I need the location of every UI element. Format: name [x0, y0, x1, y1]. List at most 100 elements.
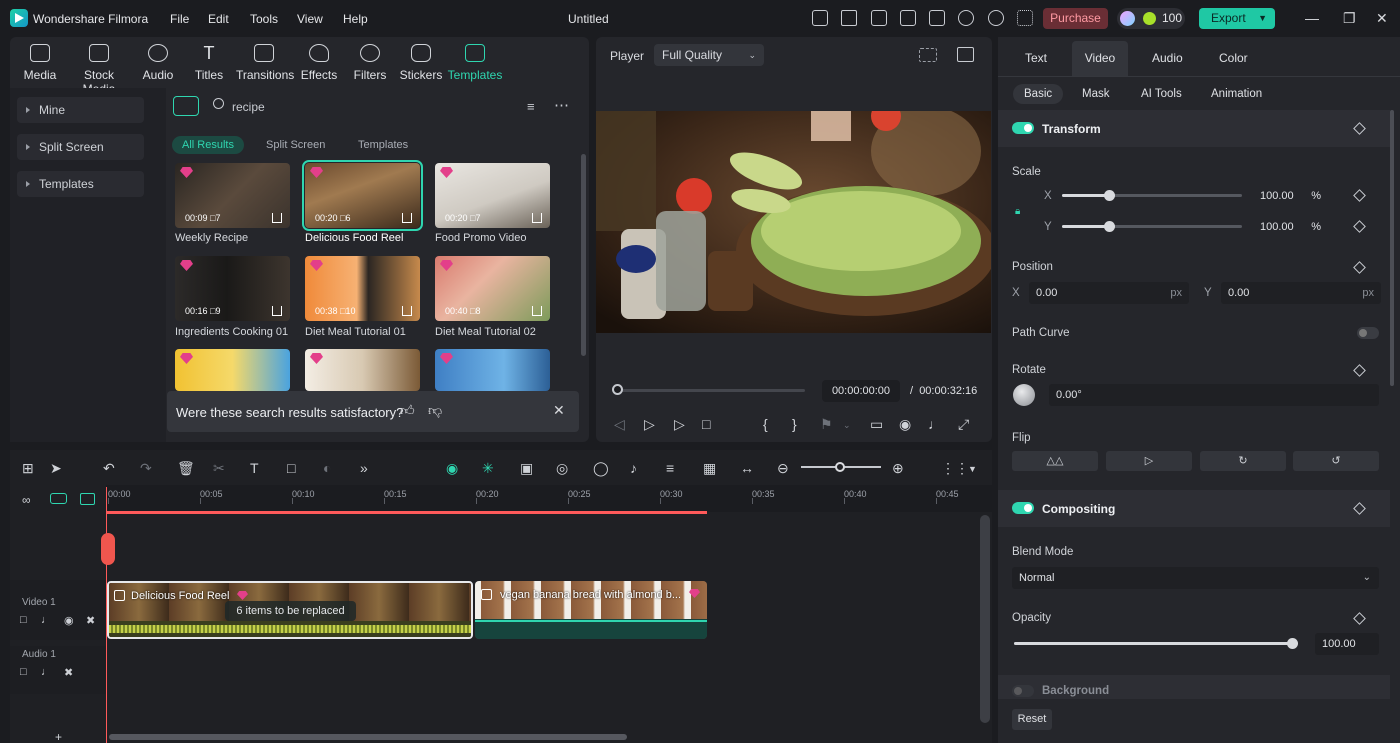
link-icon[interactable]: ∞: [22, 493, 31, 507]
tab-titles[interactable]: T Titles: [181, 44, 237, 82]
template-thumb-ingredients-cooking-01[interactable]: 00:16 □9: [175, 256, 290, 321]
track-layout-icon[interactable]: ⋮⋮: [941, 460, 969, 477]
chevron-down-icon[interactable]: ⌄: [843, 420, 851, 431]
snapshot-preview-icon[interactable]: [957, 47, 974, 62]
download-icon[interactable]: [402, 306, 412, 316]
grid-apps-icon[interactable]: [1017, 10, 1033, 26]
camera-icon[interactable]: ◉: [899, 416, 911, 433]
ai-snap-icon[interactable]: ✳: [482, 460, 494, 477]
media-scrollbar[interactable]: [581, 154, 586, 356]
template-thumb-weekly-recipe[interactable]: 00:09 □7: [175, 163, 290, 228]
track-settings-icon[interactable]: [80, 493, 95, 505]
flip-horizontal-button[interactable]: △△: [1012, 451, 1098, 471]
chevron-down-icon[interactable]: ▼: [968, 464, 977, 474]
tab-color[interactable]: Color: [1219, 51, 1248, 65]
crop-icon[interactable]: □: [287, 460, 295, 476]
maximize-icon[interactable]: ❐: [1343, 10, 1356, 27]
rotate-left-button[interactable]: ↺: [1293, 451, 1379, 471]
rotate-right-button[interactable]: ↻: [1200, 451, 1286, 471]
delete-icon[interactable]: 🗑︎: [177, 460, 195, 477]
audio-list-icon[interactable]: ≡: [666, 460, 674, 476]
zoom-out-icon[interactable]: ⊖: [777, 460, 789, 477]
lock-icon[interactable]: □: [20, 666, 27, 678]
scale-x-slider[interactable]: [1062, 194, 1242, 197]
timeline-vertical-scrollbar[interactable]: [980, 515, 990, 723]
thumbs-up-icon[interactable]: 👍︎: [400, 402, 415, 419]
compositing-toggle[interactable]: [1012, 502, 1034, 514]
tab-stickers[interactable]: Stickers: [393, 44, 449, 82]
template-thumb-diet-meal-tutorial-02[interactable]: 00:40 □8: [435, 256, 550, 321]
tab-audio[interactable]: Audio: [1152, 51, 1183, 65]
filter-all-results[interactable]: All Results: [172, 136, 244, 154]
reset-button[interactable]: Reset: [1012, 709, 1052, 730]
template-thumb-delicious-food-reel[interactable]: 00:20 □6: [302, 160, 423, 231]
tab-media[interactable]: Media: [12, 44, 68, 82]
download-icon[interactable]: [532, 213, 542, 223]
fit-timeline-icon[interactable]: ↔: [740, 460, 754, 476]
headset-icon[interactable]: [988, 10, 1004, 26]
redo-icon[interactable]: ↷: [140, 460, 152, 477]
monitor-icon[interactable]: [900, 10, 916, 26]
undo-icon[interactable]: ↶: [103, 460, 115, 477]
current-time[interactable]: 00:00:00:00: [822, 380, 900, 402]
tab-effects[interactable]: Effects: [291, 44, 347, 82]
search-input[interactable]: recipe: [232, 100, 265, 114]
layout-grid-icon[interactable]: ⊞: [22, 460, 34, 477]
menu-view[interactable]: View: [297, 12, 323, 26]
nav-item-split-screen[interactable]: Split Screen: [17, 134, 144, 160]
save-icon[interactable]: [929, 10, 945, 26]
select-tool-icon[interactable]: ➤: [50, 460, 62, 477]
download-icon[interactable]: [532, 306, 542, 316]
close-icon[interactable]: ✕: [553, 402, 565, 419]
tab-filters[interactable]: Filters: [342, 44, 398, 82]
subtab-animation[interactable]: Animation: [1200, 84, 1273, 104]
template-thumb[interactable]: [175, 349, 290, 391]
minimize-icon[interactable]: —: [1305, 10, 1319, 26]
stop-icon[interactable]: □: [702, 416, 710, 432]
tab-transitions[interactable]: Transitions: [236, 44, 294, 82]
template-thumb-diet-meal-tutorial-01[interactable]: 00:38 □10: [305, 256, 420, 321]
download-icon[interactable]: [272, 306, 282, 316]
nav-item-mine[interactable]: Mine: [17, 97, 144, 123]
close-window-icon[interactable]: ✕: [1376, 10, 1388, 27]
timeline-clip-video[interactable]: vegan banana bread with almond b...: [475, 581, 707, 639]
send-icon[interactable]: [841, 10, 857, 26]
speaker-icon[interactable]: ♩: [41, 666, 52, 678]
download-icon[interactable]: [272, 213, 282, 223]
opacity-slider[interactable]: [1014, 642, 1292, 645]
flip-vertical-button[interactable]: ▷: [1106, 451, 1192, 471]
scale-y-knob[interactable]: [1104, 221, 1115, 232]
quality-select[interactable]: Full Quality ⌄: [654, 44, 764, 66]
add-icon[interactable]: +: [55, 730, 62, 743]
fullscreen-icon[interactable]: ⤢: [958, 416, 969, 433]
seek-bar[interactable]: [617, 389, 805, 392]
rotate-input[interactable]: 0.00°: [1049, 384, 1379, 406]
more-options-icon[interactable]: ⋯: [554, 96, 570, 114]
grid-view-icon[interactable]: [919, 48, 937, 62]
store-icon[interactable]: [173, 96, 199, 116]
subtab-basic[interactable]: Basic: [1013, 84, 1064, 104]
subtab-mask[interactable]: Mask: [1071, 84, 1120, 104]
shield-icon[interactable]: ◯: [593, 460, 609, 477]
add-track-icon[interactable]: [50, 493, 67, 504]
zoom-knob[interactable]: [835, 462, 845, 472]
template-thumb[interactable]: [435, 349, 550, 391]
tab-audio[interactable]: Audio: [130, 44, 186, 82]
menu-tools[interactable]: Tools: [250, 12, 278, 26]
filter-templates[interactable]: Templates: [348, 136, 418, 154]
lock-ratio-icon[interactable]: 🔒︎: [1015, 206, 1020, 217]
menu-edit[interactable]: Edit: [208, 12, 229, 26]
tab-templates[interactable]: Templates: [447, 44, 503, 82]
template-thumb-food-promo-video[interactable]: 00:20 □7: [435, 163, 550, 228]
menu-help[interactable]: Help: [343, 12, 368, 26]
mark-out-icon[interactable]: }: [792, 416, 797, 432]
transform-toggle[interactable]: [1012, 122, 1034, 134]
download-icon[interactable]: [402, 213, 412, 223]
cloud-upload-icon[interactable]: [958, 10, 974, 26]
zoom-in-icon[interactable]: ⊕: [892, 460, 904, 477]
filter-sort-icon[interactable]: ≡: [527, 99, 535, 114]
position-y-input[interactable]: 0.00 px: [1221, 282, 1381, 304]
text-tool-icon[interactable]: T: [250, 460, 259, 476]
next-frame-icon[interactable]: ▷: [644, 416, 655, 433]
opacity-input[interactable]: 100.00: [1315, 633, 1379, 655]
